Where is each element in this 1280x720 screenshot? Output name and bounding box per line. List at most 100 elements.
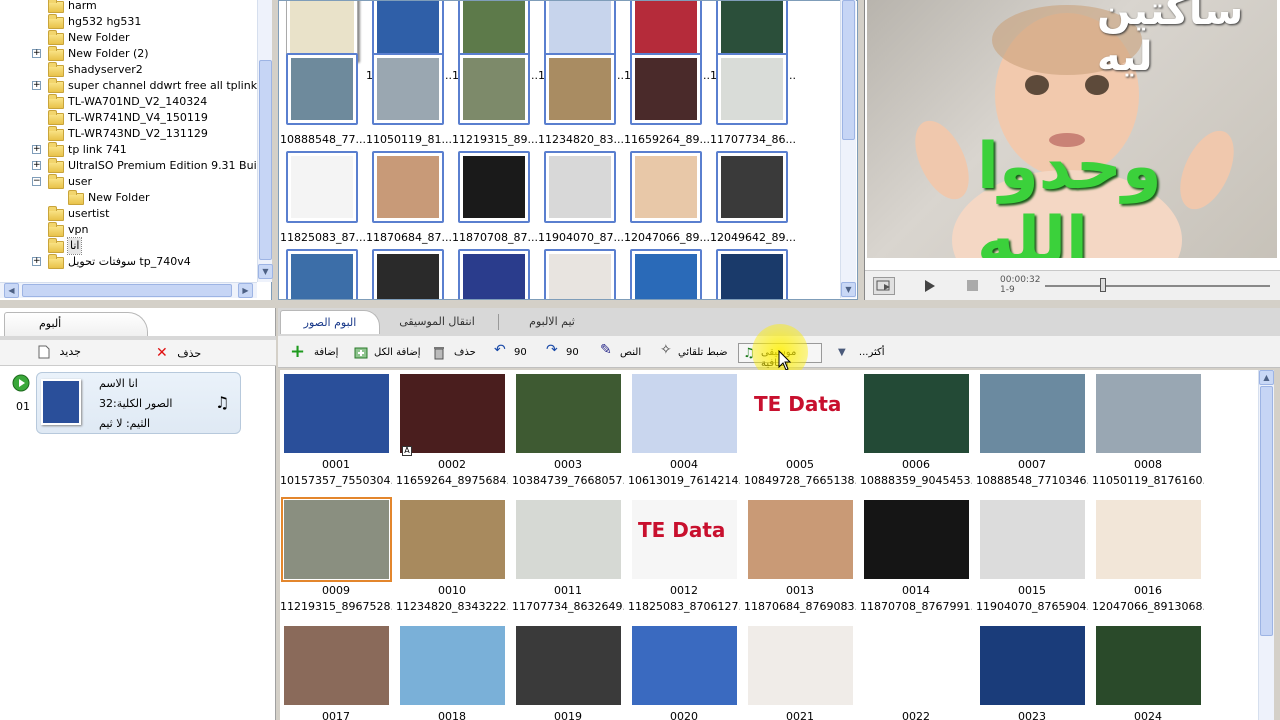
tree-item[interactable]: TL-WR741ND_V4_150119 [0,110,257,126]
tree-expand-toggle[interactable]: + [32,145,41,154]
new-album-button[interactable]: جديد [38,345,81,359]
tree-horizontal-scrollbar[interactable]: ◀ ▶ [0,282,257,298]
album-scroll-up-button[interactable]: ▲ [1259,370,1274,385]
stop-button[interactable] [967,280,978,291]
album-photo-item[interactable]: 0002 11659264_8975684... [396,370,508,490]
splitter[interactable] [0,300,1280,308]
album-photo-thumbnail [632,626,737,705]
tree-item-label: super channel ddwrt free all tplink new [68,79,272,92]
tree-item[interactable]: + New Folder (2) [0,46,257,62]
tree-scroll-right-button[interactable]: ▶ [238,283,253,298]
album-photo-item[interactable]: 0016 12047066_8913068... [1092,496,1204,616]
seek-handle[interactable] [1100,278,1106,292]
album-name: انا الاسم [99,377,138,390]
browser-scroll-down-button[interactable]: ▼ [841,282,856,297]
album-photo-item[interactable]: 0010 11234820_8343222... [396,496,508,616]
album-photo-item[interactable]: 0009 11219315_8967528... [280,496,392,616]
tree-item[interactable]: + سوفتات تحويل tp_740v4 [0,254,257,270]
album-photo-number: 0015 [1018,584,1046,597]
tree-hscroll-thumb[interactable] [22,284,232,297]
album-photo-item[interactable]: 0018 [396,622,506,720]
album-card[interactable]: انا الاسم الصور الكلية:32 الثيم: لا ثيم … [36,372,241,434]
tab-music-transition[interactable]: انتقال الموسيقى [382,310,492,334]
screen-toggle-button[interactable] [873,277,895,295]
album-photo-number: 0003 [554,458,582,471]
folder-icon [48,126,64,141]
tree-scroll-thumb[interactable] [259,60,272,260]
tree-item[interactable]: TL-WA701ND_V2_140324 [0,94,257,110]
tree-scroll-down-button[interactable]: ▼ [258,264,273,279]
album-photo-item[interactable]: 0013 11870684_8769083... [744,496,856,616]
play-button[interactable] [923,279,937,296]
album-photo-item[interactable]: 0024 [1092,622,1202,720]
tree-expand-toggle[interactable]: − [32,177,41,186]
thumbnail-image [291,156,353,218]
tree-item[interactable]: shadyserver2 [0,62,257,78]
tab-album-photos[interactable]: البوم الصور [280,310,380,334]
album-photo-item[interactable]: 0015 11904070_8765904... [976,496,1088,616]
browser-thumbnail [286,151,358,223]
album-tab[interactable]: ألبوم [4,312,148,336]
album-vertical-scrollbar[interactable]: ▲ [1258,370,1274,720]
browser-thumbnail [544,1,616,61]
tree-item[interactable]: vpn [0,222,257,238]
album-photo-item[interactable]: TE Data 0005 10849728_7665138... [744,370,856,490]
tree-item[interactable]: New Folder [0,190,257,206]
tree-vertical-scrollbar[interactable]: ▼ [257,0,273,282]
album-photo-item[interactable]: 0006 10888359_9045453... [860,370,972,490]
tree-expand-toggle[interactable]: + [32,161,41,170]
tree-item[interactable]: انا [0,237,257,255]
album-photo-item[interactable]: 0003 10384739_7668057... [512,370,624,490]
auto-adjust-button[interactable]: ✧ ضبط تلقائي [660,343,728,363]
tree-expand-toggle[interactable]: + [32,257,41,266]
delete-album-button[interactable]: ✕ حذف [156,345,201,361]
tree-item[interactable]: + tp link 741 [0,142,257,158]
delete-button[interactable]: حذف [432,343,476,363]
tree-item[interactable]: − user [0,174,257,190]
tree-item[interactable]: TL-WR743ND_V2_131129 [0,126,257,142]
rotate-right-button[interactable]: ↷ 90 [546,343,579,363]
album-photo-item[interactable]: 0021 [744,622,854,720]
album-photo-item[interactable]: 0011 11707734_8632649... [512,496,624,616]
thumbnail-image [635,254,697,299]
album-photo-number: 0002 [438,458,466,471]
album-photo-number: 0009 [322,584,350,597]
tree-item[interactable]: harm [0,0,257,14]
album-tab-label: ألبوم [39,317,62,330]
album-photo-item[interactable]: 0017 [280,622,390,720]
text-button[interactable]: ✎ النص [600,343,641,363]
album-photo-item[interactable]: 0008 11050119_8176160... [1092,370,1204,490]
album-photo-thumbnail [980,374,1085,453]
browser-vertical-scrollbar[interactable]: ▼ [840,0,856,298]
add-button[interactable]: + إضافة [290,343,338,363]
album-photo-item[interactable]: 0019 [512,622,622,720]
seek-track[interactable] [1045,285,1270,287]
album-photo-item[interactable]: 0007 10888548_7710346... [976,370,1088,490]
album-photo-number: 0023 [1018,710,1046,720]
album-play-button[interactable] [12,374,30,395]
tree-scroll-left-button[interactable]: ◀ [4,283,19,298]
more-button[interactable]: ▼ ...أكثر [834,343,885,363]
album-photo-item[interactable]: 0004 10613019_7614214... [628,370,740,490]
tree-item[interactable]: hg532 hg531 [0,14,257,30]
tree-item[interactable]: New Folder [0,30,257,46]
album-scroll-thumb[interactable] [1260,386,1273,636]
tab-album-theme[interactable]: ثيم الالبوم [502,310,602,334]
album-photo-item[interactable]: 0014 11870708_8767991... [860,496,972,616]
album-photo-grid[interactable]: 0001 10157357_7550304... 0002 11659264_8975… [280,370,1258,720]
tree-expand-toggle[interactable]: + [32,49,41,58]
browser-scroll-thumb[interactable] [842,0,855,140]
tree-item[interactable]: + super channel ddwrt free all tplink new [0,78,271,94]
add-all-button[interactable]: إضافة الكل [354,343,421,363]
folder-tree[interactable]: harm hg532 hg531 New Folder + New Folder (2)… [0,0,272,300]
rotate-left-button[interactable]: ↶ 90 [494,343,527,363]
tree-item[interactable]: usertist [0,206,257,222]
tree-expand-toggle[interactable]: + [32,81,41,90]
album-photo-item[interactable]: TE Data 0012 11825083_8706127... [628,496,740,616]
file-browser-grid[interactable]: ..10157357_75...10384739_76...10613019_7… [278,0,858,300]
tree-item[interactable]: + UltraISO Premium Edition 9.31 Build 263 [0,158,271,174]
album-photo-item[interactable]: 0001 10157357_7550304... [280,370,392,490]
album-photo-item[interactable]: 0022 [860,622,970,720]
album-photo-item[interactable]: 0023 [976,622,1086,720]
album-photo-item[interactable]: 0020 [628,622,738,720]
